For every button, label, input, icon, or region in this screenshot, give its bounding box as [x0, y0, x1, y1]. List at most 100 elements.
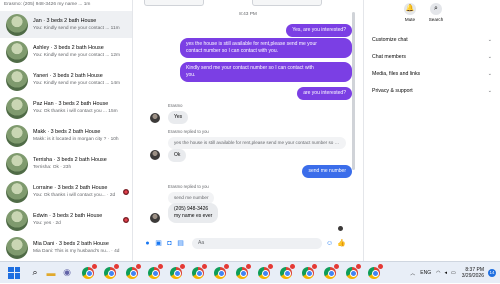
- incoming-message[interactable]: (205) 948-3426 my name es ever: [168, 203, 219, 223]
- conversation-item[interactable]: Yaneri · 3 beds 2 bath House You: Kindly …: [0, 66, 132, 93]
- chrome-icon[interactable]: [302, 263, 317, 279]
- read-receipt-avatar: [123, 188, 129, 195]
- chrome-icon[interactable]: [280, 263, 295, 279]
- conversation-item[interactable]: Jan · 3 beds 2 bath House You: Kindly sen…: [0, 11, 132, 38]
- battery-icon[interactable]: ▭: [451, 270, 456, 276]
- system-tray: ︿ ENG ◠ ◂ ▭ 8:37 PM 3/29/2026 14: [410, 262, 496, 284]
- like-icon[interactable]: 👍: [337, 240, 346, 247]
- item-label: Media, files and links: [372, 71, 421, 77]
- message-input[interactable]: Aa: [192, 237, 322, 249]
- conversation-item[interactable]: Lorraine · 3 beds 2 bath House You: Ok th…: [0, 178, 132, 205]
- conversation-preview-top[interactable]: Erasmo: (205) 948-3426 my name ... 1m: [0, 0, 132, 11]
- conversation-preview: You: Kindly send me your contact ... 14m: [33, 80, 121, 86]
- chrome-icon[interactable]: [82, 263, 97, 279]
- conversation-item[interactable]: Ashley · 3 beds 2 bath House You: Kindly …: [0, 38, 132, 65]
- conversation-preview: You: yes · 2d: [33, 220, 61, 226]
- chat-thread: 8:43 PM Yes, are you interested? yes the…: [140, 0, 356, 261]
- search-button[interactable]: ⌕ Search: [424, 3, 448, 22]
- chrome-icon[interactable]: [170, 263, 185, 279]
- outgoing-message[interactable]: yes the house is still available for ren…: [180, 38, 352, 58]
- conversation-name: Ashley · 3 beds 2 bath House: [33, 44, 104, 51]
- wifi-icon[interactable]: ◠: [436, 270, 440, 276]
- message-text: (205) 948-3426: [174, 206, 209, 212]
- sticker-icon[interactable]: ◘: [166, 240, 173, 247]
- conversation-thumbnail: [6, 208, 28, 231]
- sender-name: Erasmo: [168, 103, 183, 108]
- outgoing-message[interactable]: Kindly send me your contact number so I …: [180, 62, 352, 82]
- conversation-preview: Terrisha: Ok · 23h: [33, 164, 72, 170]
- conversation-thumbnail: [6, 13, 28, 36]
- conversation-preview: You: Ok thanks i will contact you ... 15…: [33, 108, 118, 114]
- conversation-item[interactable]: Mia Dani · 3 beds 2 bath House Mia Dani: …: [0, 234, 132, 261]
- chrome-icon[interactable]: [192, 263, 207, 279]
- conversation-name: Paz Han · 3 beds 2 bath House: [33, 100, 109, 107]
- conversation-item[interactable]: Terrisha · 3 beds 2 bath House Terrisha: …: [0, 150, 132, 177]
- chat-scrollbar[interactable]: [352, 12, 355, 170]
- conversation-item[interactable]: Paz Han · 3 beds 2 bath House You: Ok tha…: [0, 94, 132, 121]
- conversation-thumbnail: [6, 180, 28, 203]
- contact-avatar[interactable]: [150, 150, 160, 160]
- conversation-thumbnail: [6, 152, 28, 175]
- chat-header-tab[interactable]: [252, 0, 322, 6]
- message-text: Ok: [174, 152, 181, 158]
- message-text: Kindly send me your contact number so I …: [186, 65, 314, 71]
- reply-indicator: Erasmo replied to you: [168, 184, 209, 189]
- outgoing-message[interactable]: Yes, are you interested?: [286, 24, 352, 37]
- file-explorer-icon[interactable]: ▬: [44, 266, 58, 280]
- clock[interactable]: 8:37 PM 3/29/2026: [462, 267, 484, 279]
- conversation-name: Terrisha · 3 beds 2 bath House: [33, 156, 107, 163]
- outgoing-message[interactable]: send me number: [302, 165, 352, 178]
- chrome-icon[interactable]: [258, 263, 273, 279]
- read-receipt-avatar: [123, 216, 129, 223]
- incoming-message[interactable]: Ok: [168, 149, 187, 162]
- media-files-links-item[interactable]: Media, files and links ⌄: [372, 71, 492, 77]
- message-text: Yes: [174, 114, 183, 120]
- privacy-support-item[interactable]: Privacy & support ⌄: [372, 88, 492, 94]
- reply-indicator: Erasmo replied to you: [168, 129, 209, 134]
- chat-members-item[interactable]: Chat members ⌄: [372, 54, 492, 60]
- conversation-thumbnail: [6, 96, 28, 119]
- teams-icon[interactable]: ◉: [60, 266, 74, 280]
- volume-icon[interactable]: ◂: [445, 270, 448, 276]
- message-composer: ● ▣ ◘ ▤ Aa ☺ 👍: [140, 233, 356, 253]
- chevron-up-icon[interactable]: ︿: [410, 270, 415, 277]
- contact-avatar[interactable]: [150, 213, 160, 223]
- conversation-preview: Mia Dani: This is my husband's nu... · 4…: [33, 248, 120, 254]
- conversation-name: Mia Dani · 3 beds 2 bath House: [33, 240, 109, 247]
- conversation-thumbnail: [6, 40, 28, 63]
- incoming-message[interactable]: Yes: [168, 111, 189, 124]
- chrome-icon[interactable]: [214, 263, 229, 279]
- microphone-icon[interactable]: ●: [144, 240, 151, 247]
- mute-button[interactable]: 🔔 Mute: [398, 3, 422, 22]
- conversation-item[interactable]: Edwin · 3 beds 2 bath House You: yes · 2d: [0, 206, 132, 233]
- chrome-icon[interactable]: [126, 263, 141, 279]
- chrome-icon[interactable]: [368, 263, 383, 279]
- item-label: Privacy & support: [372, 88, 413, 94]
- chrome-icon[interactable]: [346, 263, 361, 279]
- outgoing-message[interactable]: are you interested?: [297, 87, 352, 100]
- conversation-preview: You: Ok thanks i will contact you... · 2…: [33, 192, 116, 198]
- emoji-icon[interactable]: ☺: [326, 240, 333, 247]
- conversation-thumbnail: [6, 124, 28, 147]
- language-indicator[interactable]: ENG: [420, 270, 431, 276]
- message-text: Yes, are you interested?: [292, 27, 346, 33]
- conversation-preview: You: Kindly send me your contact ... 12m: [33, 52, 121, 58]
- conversation-item[interactable]: Makk · 3 beds 2 bath House Makk: is it lo…: [0, 122, 132, 149]
- chrome-icon[interactable]: [148, 263, 163, 279]
- search-icon: ⌕: [430, 3, 442, 15]
- chrome-icon[interactable]: [324, 263, 339, 279]
- search-icon[interactable]: ⌕: [28, 266, 42, 280]
- message-text: yes the house is still available for ren…: [186, 41, 317, 47]
- start-button[interactable]: [8, 266, 20, 279]
- photo-icon[interactable]: ▣: [155, 240, 162, 247]
- quoted-message[interactable]: yes the house is still available for ren…: [168, 137, 346, 149]
- contact-avatar[interactable]: [150, 113, 160, 123]
- conversation-name: Yaneri · 3 beds 2 bath House: [33, 72, 103, 79]
- customize-chat-item[interactable]: Customize chat ⌄: [372, 37, 492, 43]
- bell-icon: 🔔: [404, 3, 416, 15]
- gif-icon[interactable]: ▤: [177, 240, 184, 247]
- chrome-icon[interactable]: [104, 263, 119, 279]
- chat-header-tab[interactable]: [144, 0, 204, 6]
- chrome-icon[interactable]: [236, 263, 251, 279]
- notification-badge[interactable]: 14: [488, 269, 496, 277]
